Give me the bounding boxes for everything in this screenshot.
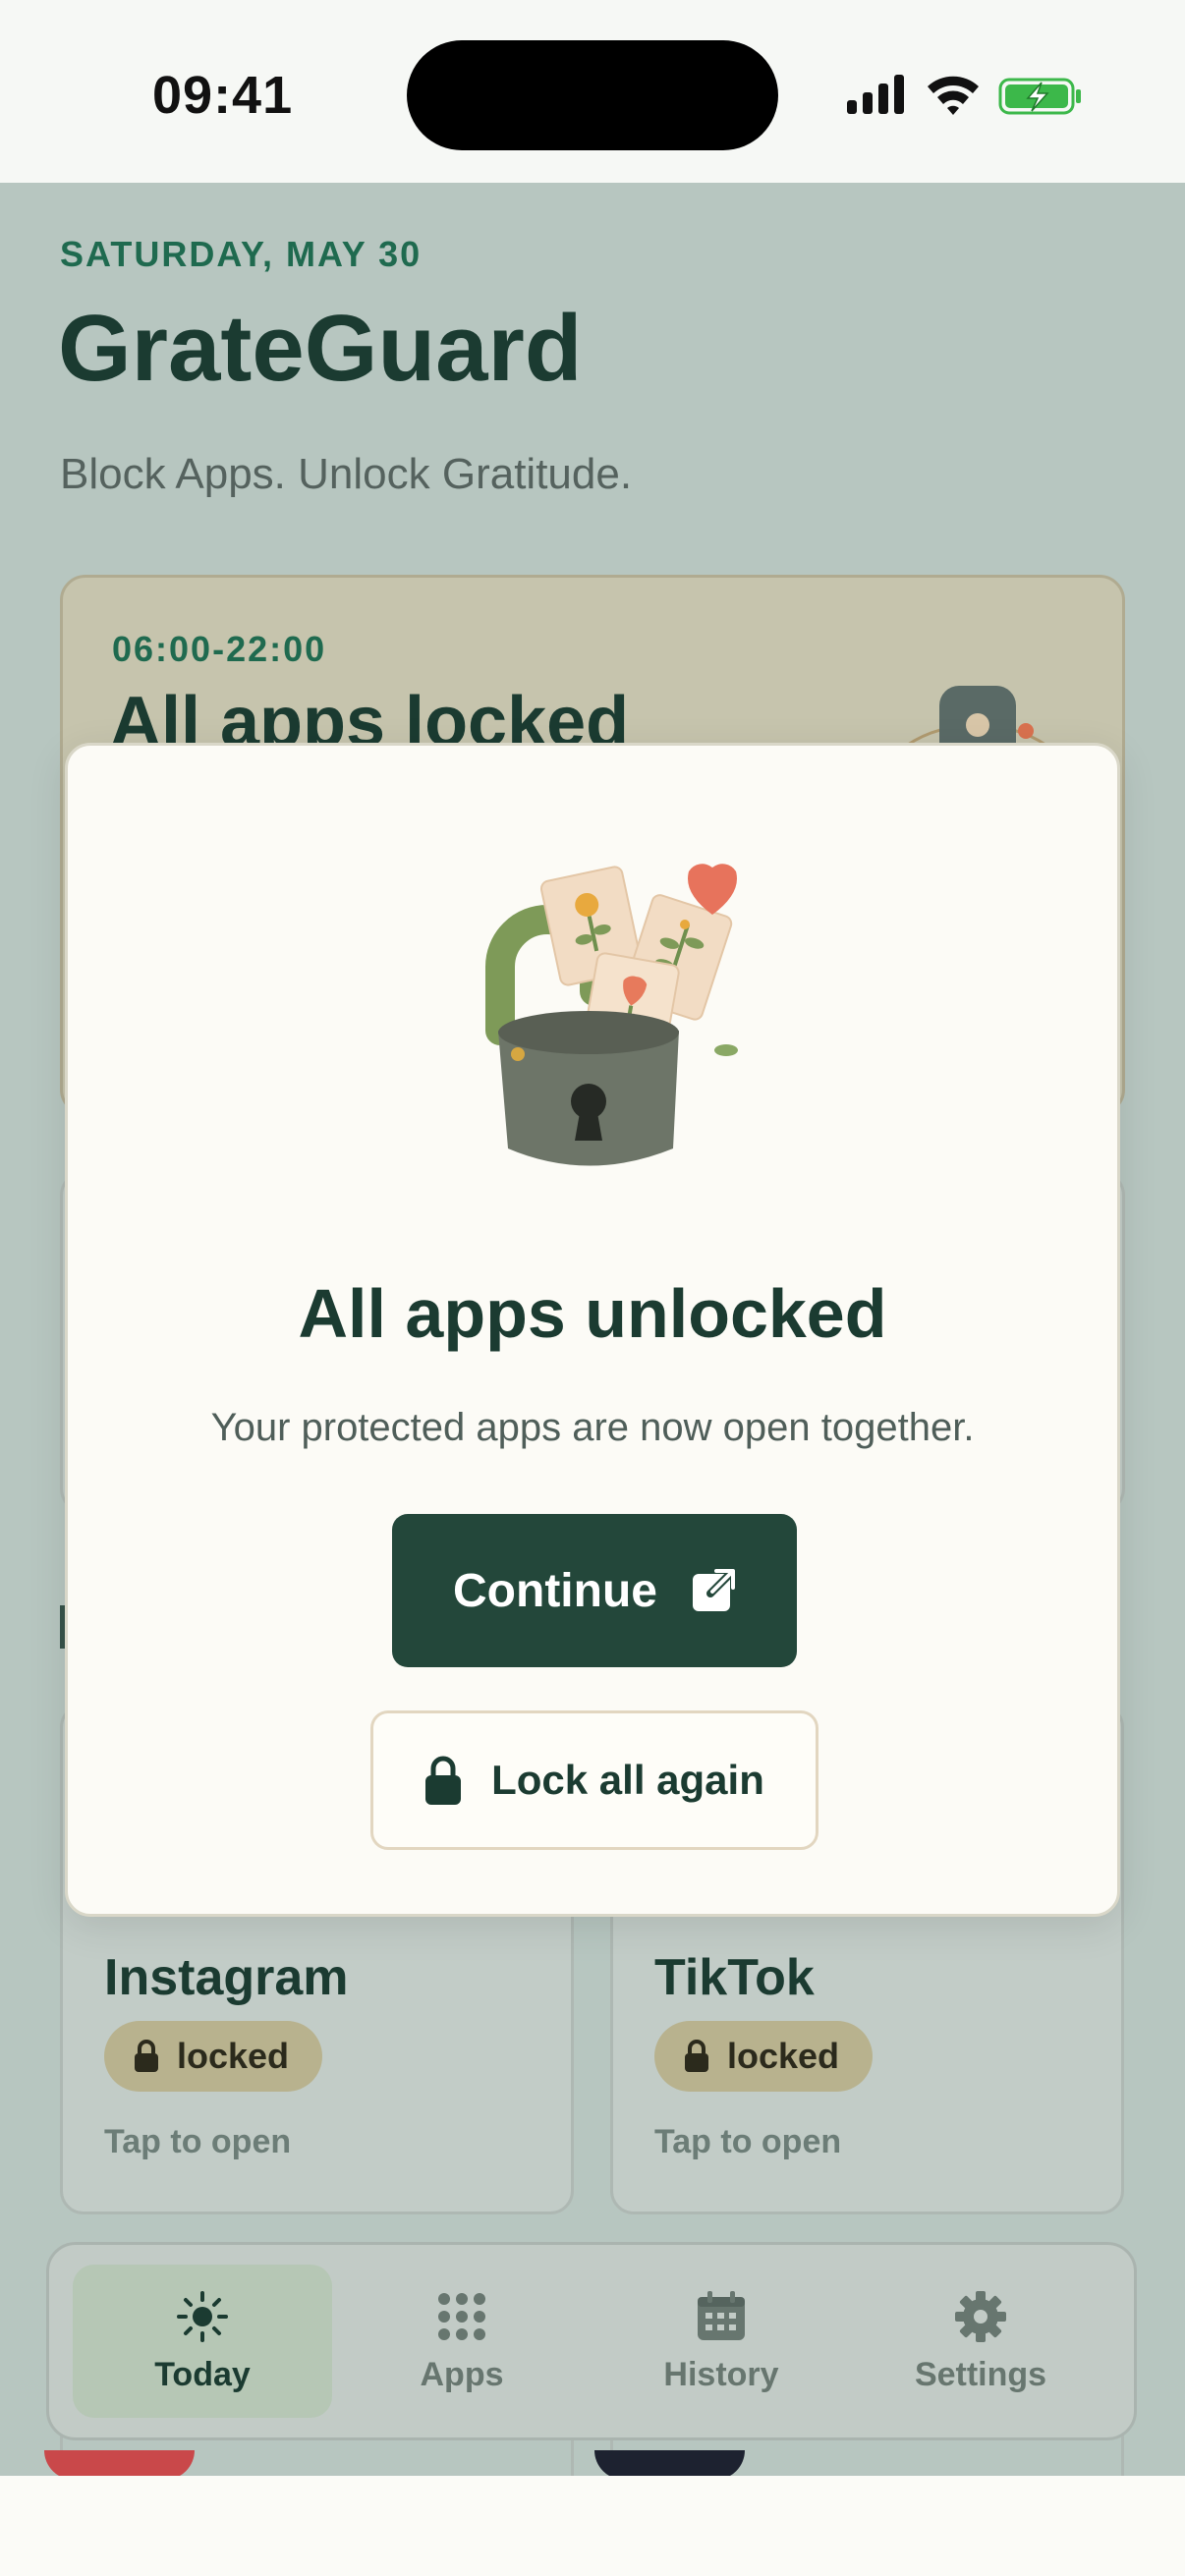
continue-button[interactable]: Continue bbox=[392, 1514, 797, 1667]
schedule-time-range: 06:00-22:00 bbox=[112, 629, 327, 669]
page-subtitle: Block Apps. Unlock Gratitude. bbox=[60, 450, 633, 498]
tap-hint: Tap to open bbox=[654, 2123, 842, 2160]
modal-title: All apps unlocked bbox=[298, 1275, 887, 1352]
locked-badge: locked bbox=[654, 2021, 874, 2092]
app-icon-peek-dark bbox=[594, 2450, 745, 2476]
unlock-modal: All apps unlocked Your protected apps ar… bbox=[65, 743, 1120, 1917]
lock-all-again-label: Lock all again bbox=[491, 1757, 764, 1803]
locked-badge-label: locked bbox=[727, 2036, 840, 2076]
app-name: Instagram bbox=[104, 1949, 349, 2006]
gear-icon bbox=[955, 2290, 1006, 2342]
tab-settings[interactable]: Settings bbox=[851, 2265, 1110, 2418]
status-bar: 09:41 bbox=[0, 0, 1185, 183]
modal-message: Your protected apps are now open togethe… bbox=[210, 1406, 975, 1449]
tab-history[interactable]: History bbox=[592, 2265, 851, 2418]
battery-charging-icon bbox=[998, 78, 1081, 115]
tab-bar: Today Apps History Settings bbox=[46, 2242, 1137, 2440]
locked-badge-label: locked bbox=[177, 2036, 290, 2076]
tab-today[interactable]: Today bbox=[73, 2265, 332, 2418]
unlocked-padlock-illustration bbox=[485, 864, 738, 1166]
page-title: GrateGuard bbox=[58, 296, 583, 401]
lock-all-again-button[interactable]: Lock all again bbox=[370, 1710, 818, 1850]
sun-icon bbox=[177, 2290, 228, 2342]
lock-icon bbox=[135, 2040, 158, 2072]
tab-apps[interactable]: Apps bbox=[332, 2265, 592, 2418]
tap-hint: Tap to open bbox=[104, 2123, 292, 2160]
tab-label: Apps bbox=[420, 2355, 504, 2393]
lock-icon bbox=[685, 2040, 708, 2072]
calendar-icon bbox=[698, 2290, 745, 2340]
cellular-signal-icon bbox=[847, 75, 904, 114]
date-label: SATURDAY, MAY 30 bbox=[60, 234, 423, 274]
tab-label: History bbox=[663, 2355, 779, 2393]
tab-label: Today bbox=[154, 2355, 251, 2393]
wifi-icon bbox=[928, 76, 979, 115]
app-icon-peek-red bbox=[44, 2450, 195, 2476]
lock-icon bbox=[425, 1756, 462, 1805]
tab-label: Settings bbox=[914, 2355, 1047, 2393]
grid-icon bbox=[438, 2292, 485, 2340]
continue-label: Continue bbox=[453, 1564, 657, 1617]
app-name: TikTok bbox=[654, 1949, 815, 2006]
status-time: 09:41 bbox=[152, 66, 294, 125]
locked-badge: locked bbox=[104, 2021, 323, 2092]
external-link-icon bbox=[692, 1568, 736, 1611]
dynamic-island bbox=[407, 40, 778, 150]
